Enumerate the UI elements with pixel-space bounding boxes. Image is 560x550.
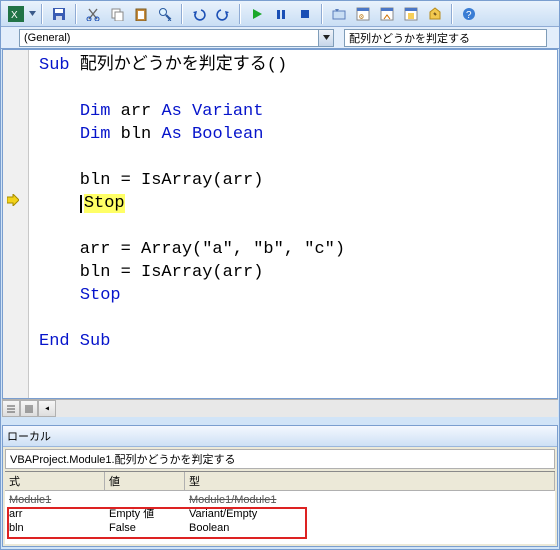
scrollbar-horizontal[interactable]	[56, 400, 558, 417]
header-type: 型	[185, 472, 555, 490]
locals-window: ローカル VBAProject.Module1.配列かどうかを判定する 式 値 …	[2, 425, 558, 547]
save-button[interactable]	[48, 3, 70, 25]
toolbar: X ⚙ ?	[1, 1, 559, 27]
full-module-view-button[interactable]	[20, 400, 38, 417]
locals-row[interactable]: bln False Boolean	[5, 521, 555, 535]
locals-title: ローカル	[3, 426, 557, 447]
procedure-dropdown[interactable]: 配列かどうかを判定する	[344, 29, 547, 47]
undo-button[interactable]	[188, 3, 210, 25]
break-button[interactable]	[270, 3, 292, 25]
header-val: 値	[105, 472, 185, 490]
cut-button[interactable]	[82, 3, 104, 25]
paste-button[interactable]	[130, 3, 152, 25]
scroll-left-button[interactable]: ◂	[38, 400, 56, 417]
execution-arrow-icon	[7, 194, 19, 206]
find-button[interactable]	[154, 3, 176, 25]
locals-row[interactable]: Module1 Module1/Module1	[5, 493, 555, 507]
svg-text:X: X	[11, 10, 18, 21]
svg-text:?: ?	[466, 10, 472, 21]
project-explorer-button[interactable]: ⚙	[352, 3, 374, 25]
code-pane: Sub 配列かどうかを判定する() Dim arr As Variant Dim…	[2, 49, 558, 399]
help-button[interactable]: ?	[458, 3, 480, 25]
code-dropdown-bar: (General) 配列かどうかを判定する	[1, 27, 559, 49]
code-editor[interactable]: Sub 配列かどうかを判定する() Dim arr As Variant Dim…	[29, 50, 557, 398]
reset-button[interactable]	[294, 3, 316, 25]
copy-button[interactable]	[106, 3, 128, 25]
svg-text:⚙: ⚙	[359, 13, 364, 21]
run-button[interactable]	[246, 3, 268, 25]
object-dropdown-label: (General)	[20, 32, 318, 44]
locals-table-header: 式 値 型	[5, 472, 555, 491]
redo-button[interactable]	[212, 3, 234, 25]
code-gutter[interactable]	[3, 50, 29, 398]
locals-table: 式 値 型 Module1 Module1/Module1 arr Empty …	[5, 471, 555, 544]
locals-row[interactable]: arr Empty 値 Variant/Empty	[5, 507, 555, 521]
dropdown-icon[interactable]	[29, 11, 36, 16]
object-browser-button[interactable]	[400, 3, 422, 25]
object-dropdown[interactable]: (General)	[19, 29, 334, 47]
chevron-down-icon	[318, 30, 333, 46]
header-expr: 式	[5, 472, 105, 490]
code-view-strip: ◂	[2, 399, 558, 417]
procedure-dropdown-label: 配列かどうかを判定する	[345, 30, 546, 46]
toolbox-button[interactable]	[424, 3, 446, 25]
properties-button[interactable]	[376, 3, 398, 25]
procedure-view-button[interactable]	[2, 400, 20, 417]
design-mode-button[interactable]	[328, 3, 350, 25]
locals-context: VBAProject.Module1.配列かどうかを判定する	[5, 449, 555, 469]
locals-table-body: Module1 Module1/Module1 arr Empty 値 Vari…	[5, 491, 555, 537]
switch-to-excel-button[interactable]: X	[5, 3, 27, 25]
